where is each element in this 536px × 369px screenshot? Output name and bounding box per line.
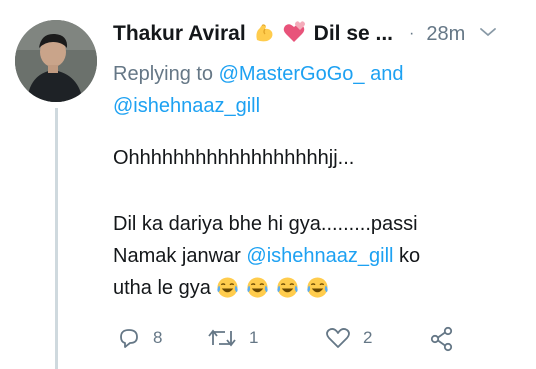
replying-and: and: [370, 63, 404, 85]
flexed-biceps-emoji: [252, 20, 276, 49]
like-count: 2: [363, 328, 373, 347]
retweet-count: 1: [249, 328, 259, 347]
reply-button[interactable]: 8: [117, 326, 162, 350]
thread-line: [55, 108, 58, 369]
like-button[interactable]: 2: [325, 326, 372, 350]
tweet-text-line: utha le gya: [113, 272, 523, 309]
share-icon: [430, 326, 453, 352]
retweet-button[interactable]: 1: [207, 326, 258, 350]
tweet-header: Thakur Aviral Dil se ... · 28m: [113, 17, 524, 51]
tweet-text: Ohhhhhhhhhhhhhhhhhhjj... Dil ka dariya b…: [113, 142, 523, 309]
chevron-down-icon[interactable]: [479, 25, 497, 43]
revolving-hearts-emoji: [282, 20, 308, 49]
timestamp[interactable]: 28m: [426, 23, 465, 46]
retweet-icon: [208, 329, 236, 347]
mention-link[interactable]: @ishehnaaz_gill: [113, 95, 260, 117]
text-fragment: utha le gya: [113, 277, 211, 299]
tweet-actions: 8 1 2: [113, 326, 473, 356]
crying-laughing-emoji: [306, 276, 329, 309]
replying-prefix: Replying to: [113, 63, 214, 85]
separator-dot: ·: [409, 25, 415, 42]
mention-link[interactable]: @MasterGoGo_: [219, 63, 365, 85]
author-name[interactable]: Thakur Aviral: [113, 22, 246, 46]
like-icon: [326, 328, 350, 348]
tweet-text-line: Dil ka dariya bhe hi gya.........passi: [113, 213, 418, 235]
text-fragment: ko: [399, 245, 421, 267]
author-name-suffix[interactable]: Dil se ...: [314, 22, 393, 46]
crying-laughing-emoji: [276, 276, 299, 309]
share-button[interactable]: [429, 326, 455, 352]
text-fragment: Namak janwar: [113, 245, 241, 267]
replying-to: Replying to @MasterGoGo_ and @ishehnaaz_…: [113, 58, 513, 122]
mention-link[interactable]: @ishehnaaz_gill: [246, 245, 393, 267]
crying-laughing-emoji: [246, 276, 269, 309]
tweet-text-line: Ohhhhhhhhhhhhhhhhhhjj...: [113, 147, 355, 169]
avatar[interactable]: [15, 20, 97, 102]
reply-icon: [120, 329, 138, 348]
reply-count: 8: [153, 328, 163, 347]
tweet-text-line: Namak janwar @ishehnaaz_gill ko: [113, 240, 523, 272]
crying-laughing-emoji: [216, 276, 239, 309]
